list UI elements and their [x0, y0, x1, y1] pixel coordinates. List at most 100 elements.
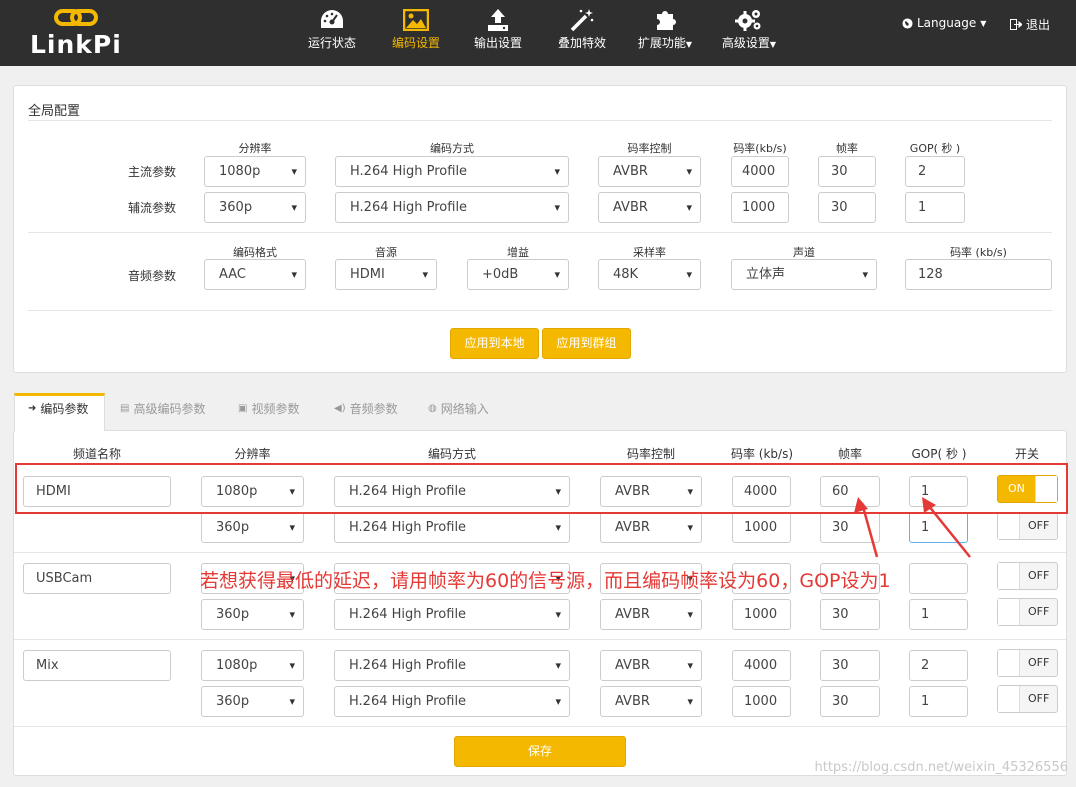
ch-main-bitrate-input[interactable]: 4000 [732, 650, 791, 681]
main-codec-select[interactable]: H.264 High Profile [335, 156, 569, 187]
main-bitrate-input[interactable]: 4000 [731, 156, 789, 187]
tab-network-input[interactable]: ◍ 网络输入 [428, 400, 489, 417]
ch-sub-resolution-select[interactable]: 360p [201, 686, 304, 717]
divider [28, 232, 1052, 233]
nav-encoding-settings[interactable]: 编码设置 [384, 6, 448, 62]
ch-main-switch-toggle[interactable]: OFF [997, 649, 1058, 677]
tab-encoding-params[interactable]: ➜ 编码参数 [28, 400, 88, 417]
ch-main-gop-input[interactable]: 2 [909, 650, 968, 681]
save-button[interactable]: 保存 [454, 736, 626, 767]
header-audio-gain: 增益 [507, 246, 529, 259]
sub-rate-control-select[interactable]: AVBR [598, 192, 701, 223]
ch-sub-rate-control-select[interactable]: AVBR [600, 686, 702, 717]
audio-samplerate-select[interactable]: 48K [598, 259, 701, 290]
ch-main-resolution-select[interactable]: 1080p [201, 650, 304, 681]
ch-sub-switch-toggle[interactable]: OFF [997, 685, 1058, 713]
ch-sub-bitrate-input[interactable]: 1000 [732, 512, 791, 543]
header-ch-resolution: 分辨率 [234, 447, 271, 461]
brand-logo[interactable]: LinkPi [30, 8, 125, 60]
audio-gain-select[interactable]: +0dB [467, 259, 569, 290]
header-audio-source: 音源 [375, 246, 397, 259]
caret-down-icon: ▼ [769, 40, 777, 49]
tab-label: 音频参数 [349, 402, 398, 416]
nav-label: 叠加特效 [557, 36, 606, 50]
ch-sub-rate-control-select[interactable]: AVBR [600, 599, 702, 630]
ch-sub-resolution-select[interactable]: 360p [201, 512, 304, 543]
puzzle-icon [657, 11, 676, 30]
nav-run-status[interactable]: 运行状态 [300, 6, 364, 62]
divider [14, 726, 1066, 727]
header-ch-codec: 编码方式 [427, 447, 476, 461]
nav-advanced-settings[interactable]: 高级设置▼ [714, 6, 784, 62]
ch-sub-codec-select[interactable]: H.264 High Profile [334, 512, 570, 543]
annotation-text: 若想获得最低的延迟，请用帧率为60的信号源，而且编码帧率设为60，GOP设为1 [200, 570, 891, 592]
ch-sub-bitrate-input[interactable]: 1000 [732, 599, 791, 630]
tab-audio-params[interactable]: ◀) 音频参数 [334, 400, 398, 417]
toggle-label: OFF [1028, 692, 1050, 705]
brand-name: LinkPi [30, 30, 122, 59]
caret-down-icon: ▼ [685, 40, 693, 49]
ch-main-gop-input[interactable] [909, 563, 968, 594]
language-dropdown[interactable]: Language ▼ [902, 16, 986, 30]
sub-fps-input[interactable]: 30 [818, 192, 876, 223]
audio-bitrate-input[interactable]: 128 [905, 259, 1052, 290]
nav-label: 高级设置 [721, 36, 770, 50]
ch-sub-gop-input[interactable]: 1 [909, 686, 968, 717]
header-ch-bitrate: 码率 (kb/s) [730, 447, 794, 461]
ch-sub-rate-control-select[interactable]: AVBR [600, 512, 702, 543]
audio-format-select[interactable]: AAC [204, 259, 306, 290]
divider [28, 310, 1052, 311]
ch-sub-switch-toggle[interactable]: OFF [997, 512, 1058, 540]
ch-main-rate-control-select[interactable]: AVBR [600, 650, 702, 681]
sub-codec-select[interactable]: H.264 High Profile [335, 192, 569, 223]
ch-main-codec-select[interactable]: H.264 High Profile [334, 650, 570, 681]
tab-video-params[interactable]: ▣ 视频参数 [238, 400, 299, 417]
toggle-knob [998, 686, 1020, 712]
toggle-knob [998, 513, 1020, 539]
main-resolution-select[interactable]: 1080p [204, 156, 306, 187]
nav-overlay-effects[interactable]: 叠加特效 [550, 6, 614, 62]
ch-main-fps-input[interactable]: 30 [820, 650, 880, 681]
channel-name-input[interactable]: Mix [23, 650, 171, 681]
audio-params-label: 音频参数 [128, 269, 177, 283]
logout-link[interactable]: 退出 [1010, 16, 1050, 33]
ch-sub-gop-input[interactable]: 1 [909, 599, 968, 630]
audio-source-select[interactable]: HDMI [335, 259, 437, 290]
tab-label: 视频参数 [251, 402, 300, 416]
main-rate-control-select[interactable]: AVBR [598, 156, 701, 187]
chain-link-icon [54, 9, 98, 26]
nav-label: 扩展功能 [637, 36, 686, 50]
audio-channel-select[interactable]: 立体声 [731, 259, 877, 290]
toggle-knob [998, 599, 1020, 625]
main-gop-input[interactable]: 2 [905, 156, 965, 187]
ch-sub-codec-select[interactable]: H.264 High Profile [334, 686, 570, 717]
apply-group-button[interactable]: 应用到群组 [542, 328, 631, 359]
ch-sub-codec-select[interactable]: H.264 High Profile [334, 599, 570, 630]
global-config-panel [13, 85, 1067, 373]
ch-sub-bitrate-input[interactable]: 1000 [732, 686, 791, 717]
ch-main-switch-toggle[interactable]: OFF [997, 562, 1058, 590]
tab-label: 高级编码参数 [133, 402, 206, 416]
upload-icon [488, 9, 508, 31]
nav-output-settings[interactable]: 输出设置 [466, 6, 530, 62]
main-stream-label: 主流参数 [128, 165, 177, 179]
apply-local-button[interactable]: 应用到本地 [450, 328, 539, 359]
file-icon: ▤ [120, 403, 130, 414]
ch-sub-fps-input[interactable]: 30 [820, 686, 880, 717]
header-ch-rate-control: 码率控制 [626, 447, 675, 461]
header-fps: 帧率 [836, 142, 858, 155]
header-resolution: 分辨率 [238, 142, 272, 155]
sub-stream-label: 辅流参数 [128, 201, 177, 215]
annotation-arrows [854, 497, 971, 558]
main-fps-input[interactable]: 30 [818, 156, 876, 187]
channel-name-input[interactable]: USBCam [23, 563, 171, 594]
ch-sub-resolution-select[interactable]: 360p [201, 599, 304, 630]
ch-sub-fps-input[interactable]: 30 [820, 599, 880, 630]
sub-resolution-select[interactable]: 360p [204, 192, 306, 223]
sub-gop-input[interactable]: 1 [905, 192, 965, 223]
nav-extensions[interactable]: 扩展功能▼ [630, 6, 700, 62]
sub-bitrate-input[interactable]: 1000 [731, 192, 789, 223]
ch-sub-switch-toggle[interactable]: OFF [997, 598, 1058, 626]
tab-advanced-encoding[interactable]: ▤ 高级编码参数 [120, 400, 205, 417]
globe-icon [902, 17, 913, 29]
